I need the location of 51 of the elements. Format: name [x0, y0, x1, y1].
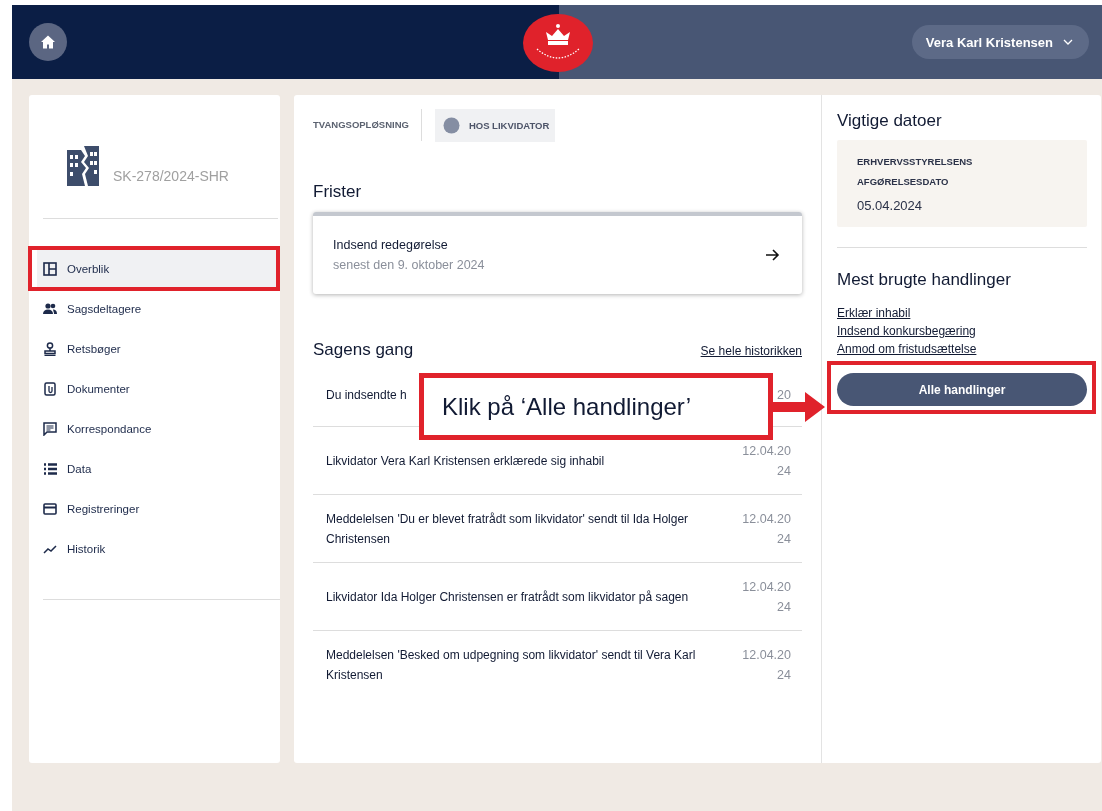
history-entry: Meddelelsen 'Besked om udpegning som likvidator' sendt til Vera Karl Kristensen	[326, 646, 697, 684]
history-date: 20	[777, 387, 791, 404]
history-link[interactable]: Se hele historikken	[700, 344, 802, 358]
home-icon	[40, 34, 56, 50]
section-title: Frister	[313, 182, 363, 202]
deadline-card[interactable]: Indsend redegørelse senest den 9. oktober 2024	[313, 212, 802, 294]
sidebar-item[interactable]: Historik	[37, 529, 278, 568]
home-button[interactable]	[29, 23, 67, 61]
message-icon	[43, 421, 57, 436]
sidebar-item[interactable]: Sagsdeltagere	[37, 289, 278, 328]
chevron-down-icon	[1063, 39, 1073, 45]
status-dot-icon	[442, 116, 460, 134]
arrow-right-icon	[766, 249, 780, 261]
sidebar-item[interactable]: Dokumenter	[37, 369, 278, 408]
sidebar-item[interactable]: Korrespondance	[37, 409, 278, 448]
case-type-label: TVANGSOPLØSNING	[313, 109, 422, 141]
history-entry: Du indsendte h	[326, 387, 408, 404]
layout-icon	[43, 261, 57, 276]
date-value: 05.04.2024	[857, 198, 924, 213]
action-link[interactable]: Indsend konkursbegæring	[837, 324, 976, 338]
history-entry: Likvidator Vera Karl Kristensen erklærede sig inhabil	[326, 452, 606, 470]
history-entry: Meddelelsen 'Du er blevet fratrådt som likvidator' sendt til Ida Holger Christensen	[326, 510, 690, 548]
date-label: ERHVERVSSTYRELSENS AFGØRELSESDATO	[857, 155, 974, 189]
action-link[interactable]: Erklær inhabil	[837, 306, 911, 320]
user-menu-button[interactable]: Vera Karl Kristensen	[911, 25, 1089, 59]
card-icon	[43, 501, 57, 516]
sidebar-item[interactable]: Data	[37, 449, 278, 488]
history-entry: Likvidator Ida Holger Christensen er fratrådt som likvidator på sagen	[326, 588, 690, 606]
deadline-title: Indsend redegørelse	[333, 238, 449, 252]
building-icon	[67, 146, 99, 186]
deadline-date: senest den 9. oktober 2024	[333, 258, 485, 272]
history-date: 12.04.20 24	[742, 578, 791, 616]
document-icon	[43, 381, 57, 396]
stamp-icon	[43, 341, 57, 356]
section-title: Vigtige datoer	[837, 111, 943, 131]
section-title: Mest brugte handlinger	[837, 270, 1012, 290]
all-actions-button[interactable]: Alle handlinger	[837, 373, 1087, 406]
sidebar-item[interactable]: Retsbøger	[37, 329, 278, 368]
status-chip: HOS LIKVIDATOR	[434, 108, 556, 142]
section-title: Sagens gang	[313, 340, 414, 360]
list-icon	[43, 461, 57, 476]
callout-box: Klik på ‘Alle handlinger’	[419, 373, 773, 440]
case-number: SK-278/2024-SHR	[113, 168, 229, 186]
crown-logo-icon	[523, 14, 593, 72]
sidebar-item[interactable]: Registreringer	[37, 489, 278, 528]
history-date: 12.04.20 24	[742, 442, 791, 480]
action-link[interactable]: Anmod om fristudsættelse	[837, 342, 977, 356]
arrow-right-icon	[773, 392, 825, 422]
people-icon	[43, 301, 57, 316]
history-date: 12.04.20 24	[742, 646, 791, 684]
history-date: 12.04.20 24	[742, 510, 791, 548]
